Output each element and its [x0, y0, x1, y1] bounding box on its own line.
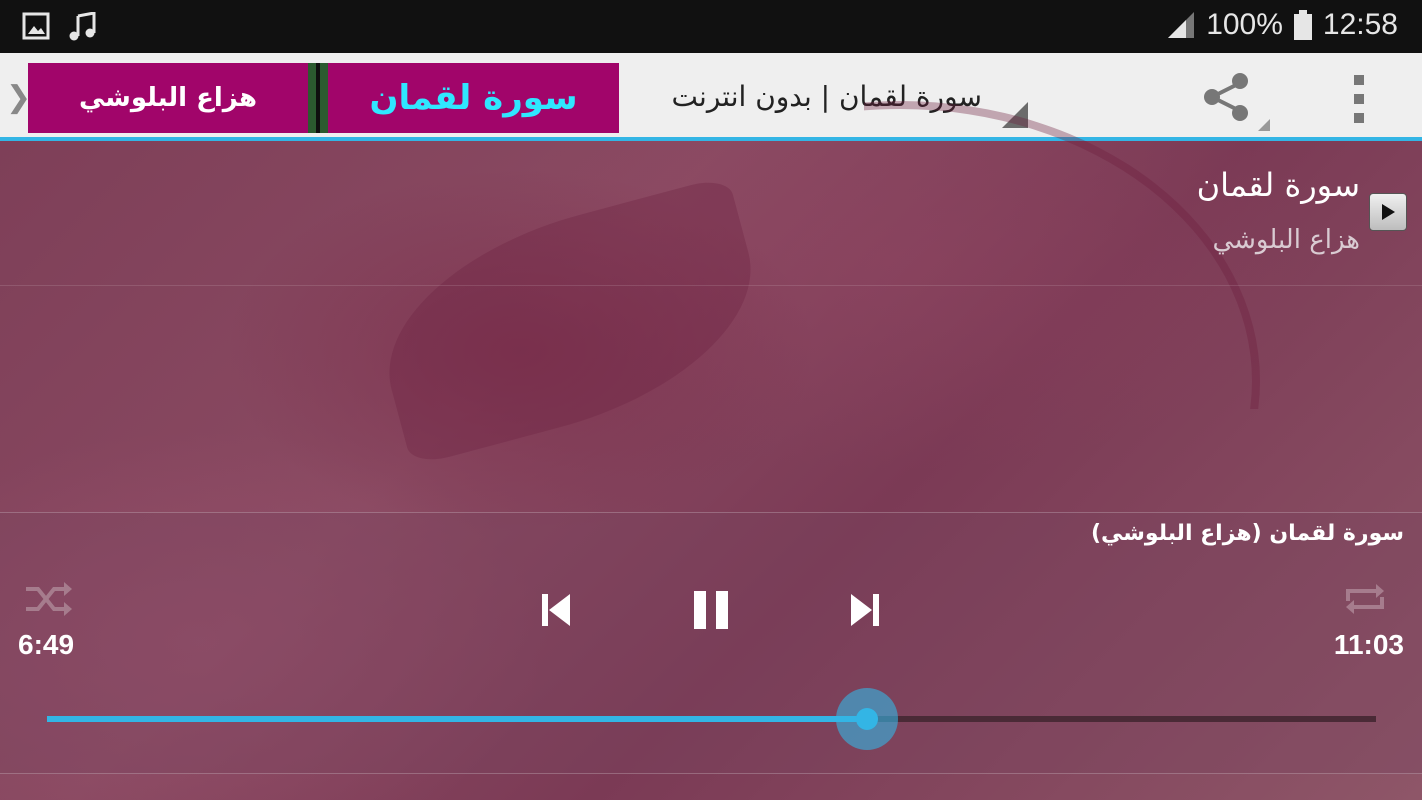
total-duration: 11:03	[1333, 629, 1404, 660]
share-icon	[1204, 73, 1270, 131]
battery-icon	[1293, 10, 1313, 40]
signal-icon	[1166, 10, 1196, 40]
track-artist: هزاع البلوشي	[1212, 225, 1360, 255]
gallery-icon	[22, 12, 52, 42]
share-button[interactable]	[1196, 65, 1272, 135]
banner-reciter: هزاع البلوشي	[28, 63, 308, 133]
shuffle-icon	[26, 582, 72, 616]
previous-icon	[542, 594, 570, 626]
player-panel: سورة لقمان (هزاع البلوشي) 6:49 11:03	[0, 512, 1422, 774]
elapsed-time: 6:49	[18, 629, 75, 660]
previous-button[interactable]	[530, 585, 580, 635]
music-note-icon	[68, 11, 98, 42]
track-list-item[interactable]: سورة لقمان هزاع البلوشي	[0, 141, 1422, 286]
now-playing-label: سورة لقمان (هزاع البلوشي)	[1090, 521, 1404, 546]
pause-icon	[694, 591, 728, 629]
track-play-button[interactable]	[1369, 193, 1407, 231]
seek-bar[interactable]	[47, 688, 1376, 750]
seek-thumb[interactable]	[855, 708, 878, 730]
pause-button[interactable]	[686, 585, 736, 635]
overflow-menu-icon	[1354, 74, 1364, 85]
repeat-icon	[1346, 584, 1384, 614]
next-button[interactable]	[841, 585, 891, 635]
repeat-button[interactable]	[1340, 579, 1390, 619]
overflow-menu-button[interactable]	[1336, 70, 1382, 128]
seek-bar-progress	[47, 716, 867, 722]
next-icon	[851, 594, 879, 626]
track-title: سورة لقمان	[1196, 166, 1360, 204]
banner-surah: سورة لقمان	[328, 63, 619, 133]
clock: 12:58	[1322, 8, 1398, 41]
banner-divider-line	[316, 63, 320, 133]
shuffle-button[interactable]	[24, 579, 74, 619]
play-icon	[1382, 204, 1395, 220]
app-banner[interactable]: هزاع البلوشي سورة لقمان	[28, 63, 619, 133]
battery-percent: 100%	[1206, 8, 1283, 41]
status-bar: 100% 12:58	[0, 0, 1422, 53]
